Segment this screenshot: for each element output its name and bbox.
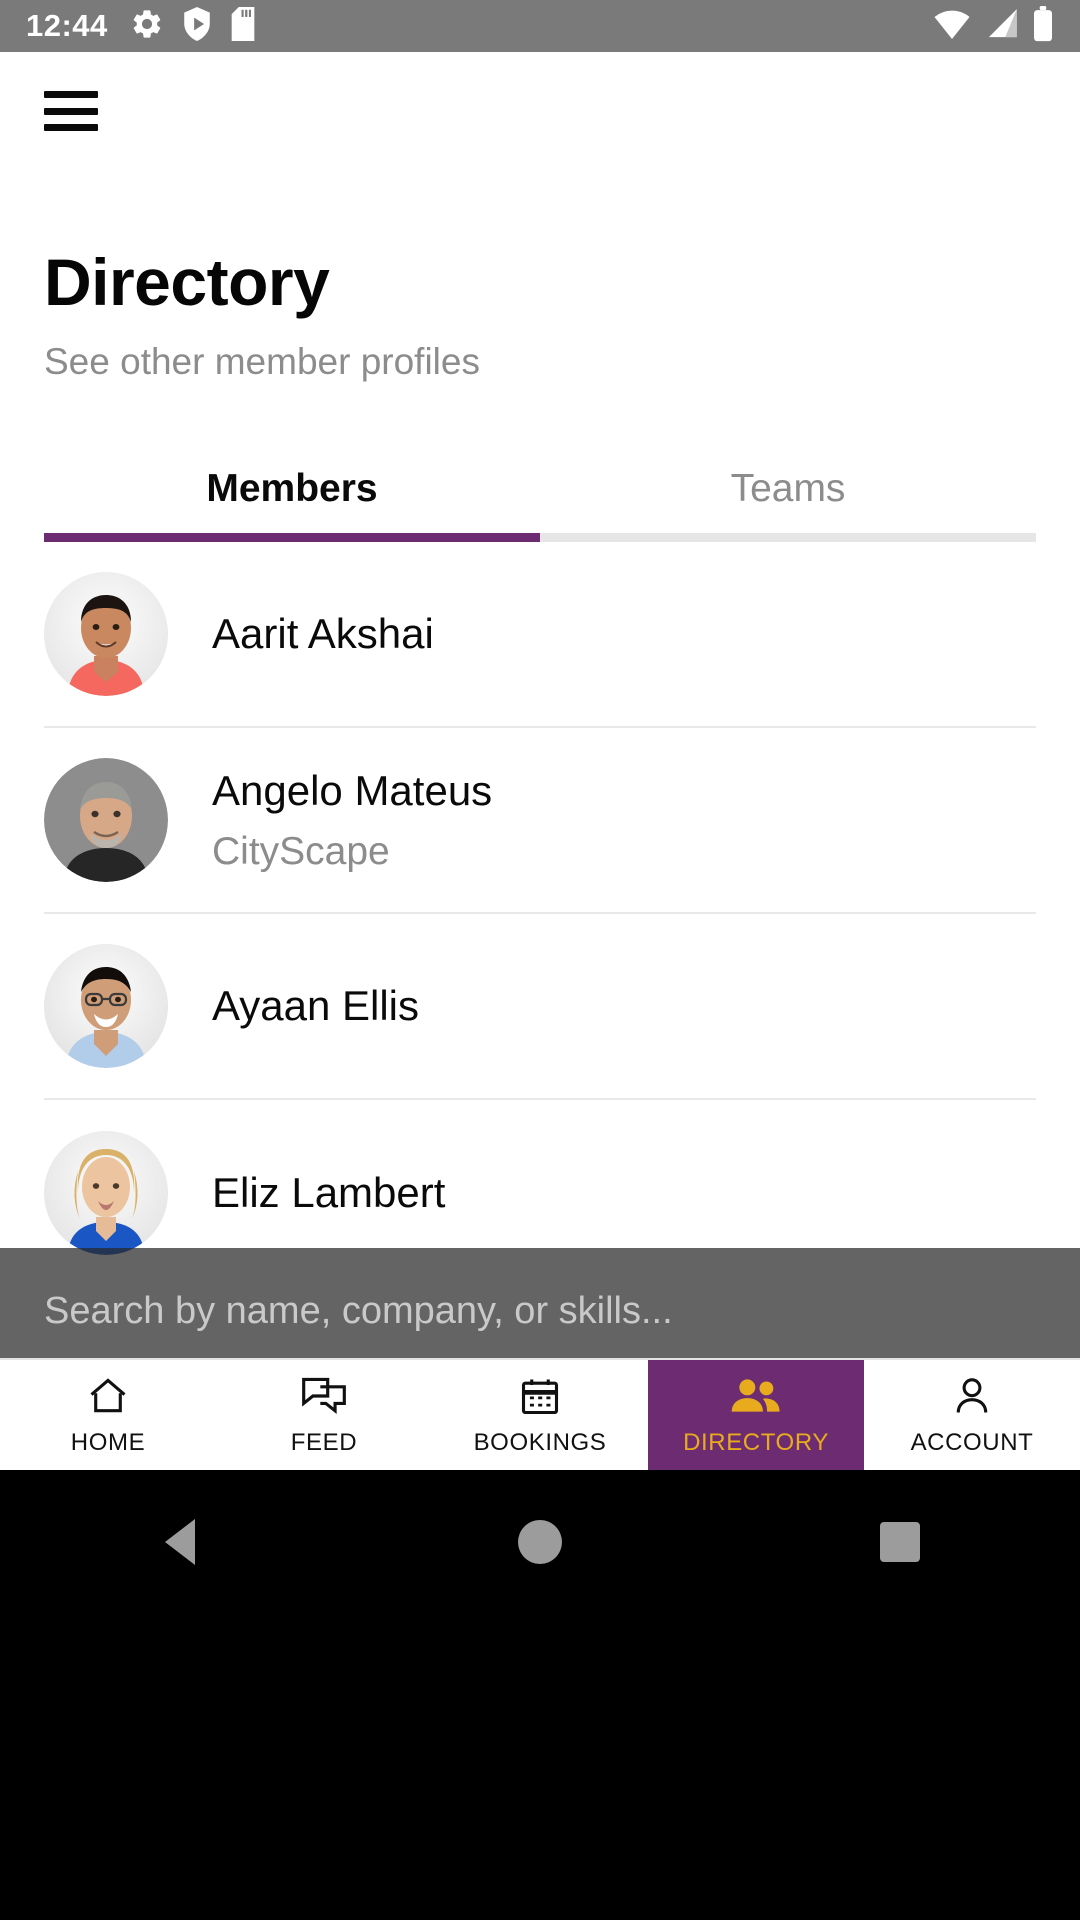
recents-button[interactable] xyxy=(860,1512,940,1572)
person-icon xyxy=(949,1373,995,1419)
tabs-container: Members Teams xyxy=(0,467,1080,543)
tab-indicator xyxy=(44,533,1036,543)
recents-square-icon xyxy=(880,1522,920,1562)
status-bar-left-icons xyxy=(130,6,256,46)
member-name: Angelo Mateus xyxy=(212,766,493,814)
avatar xyxy=(44,758,168,883)
list-item-text: Ayaan Ellis xyxy=(212,980,419,1033)
back-triangle-icon xyxy=(165,1519,195,1565)
search-input[interactable]: Search by name, company, or skills... xyxy=(44,1290,673,1333)
bottom-navigation: HOME FEED BOOKINGS DIRECTORY ACCOUNT xyxy=(0,1358,1080,1470)
nav-item-account[interactable]: ACCOUNT xyxy=(864,1360,1080,1470)
nav-item-account-label: ACCOUNT xyxy=(910,1429,1034,1456)
tab-teams[interactable]: Teams xyxy=(540,467,1036,533)
list-item-text: Aarit Akshai xyxy=(212,608,434,661)
list-item[interactable]: Ayaan Ellis xyxy=(44,914,1036,1101)
member-name: Aarit Akshai xyxy=(212,610,434,658)
battery-icon xyxy=(1032,5,1054,47)
tab-members[interactable]: Members xyxy=(44,467,540,533)
calendar-icon xyxy=(517,1373,563,1419)
avatar xyxy=(44,1131,168,1256)
tab-indicator-inactive xyxy=(540,533,1036,543)
nav-item-feed[interactable]: FEED xyxy=(216,1360,432,1470)
hamburger-bar xyxy=(44,124,98,131)
gear-icon xyxy=(130,7,164,46)
home-button[interactable] xyxy=(500,1512,580,1572)
shield-play-icon xyxy=(182,6,212,46)
search-bar[interactable]: Search by name, company, or skills... xyxy=(0,1248,1080,1374)
member-name: Eliz Lambert xyxy=(212,1169,446,1217)
list-item-text: Angelo Mateus CityScape xyxy=(212,765,492,876)
status-bar: 12:44 xyxy=(0,0,1080,52)
system-navigation-bar xyxy=(0,1470,1080,1920)
hamburger-bar xyxy=(44,107,98,115)
page-subtitle: See other member profiles xyxy=(44,341,480,383)
list-item-text: Eliz Lambert xyxy=(212,1167,445,1220)
member-list: Aarit Akshai Angelo Mateus CityScape Aya… xyxy=(0,542,1080,1286)
sd-card-icon xyxy=(230,6,256,46)
nav-item-directory[interactable]: DIRECTORY xyxy=(648,1360,864,1470)
home-circle-icon xyxy=(518,1520,562,1564)
nav-item-bookings[interactable]: BOOKINGS xyxy=(432,1360,648,1470)
nav-item-bookings-label: BOOKINGS xyxy=(473,1429,607,1456)
nav-item-home[interactable]: HOME xyxy=(0,1360,216,1470)
hamburger-bar xyxy=(44,91,98,98)
cell-signal-icon xyxy=(984,7,1020,46)
list-item[interactable]: Aarit Akshai xyxy=(44,542,1036,729)
status-bar-clock: 12:44 xyxy=(26,8,108,43)
status-bar-right-icons xyxy=(932,5,1054,47)
list-item[interactable]: Angelo Mateus CityScape xyxy=(44,728,1036,915)
avatar xyxy=(44,944,168,1069)
nav-item-home-label: HOME xyxy=(70,1429,146,1456)
avatar xyxy=(44,572,168,697)
tab-members-label: Members xyxy=(206,467,378,511)
page-title: Directory xyxy=(44,245,330,319)
nav-item-directory-label: DIRECTORY xyxy=(683,1429,829,1456)
back-button[interactable] xyxy=(140,1512,220,1572)
wifi-icon xyxy=(932,7,972,46)
member-company: CityScape xyxy=(212,830,390,874)
page-heading: Directory See other member profiles xyxy=(0,170,1080,383)
people-icon xyxy=(730,1373,782,1419)
app-bar xyxy=(0,52,1080,170)
chat-bubbles-icon xyxy=(300,1373,348,1419)
tab-bar: Members Teams xyxy=(44,467,1036,533)
nav-item-feed-label: FEED xyxy=(290,1429,358,1456)
hamburger-menu-icon[interactable] xyxy=(44,91,98,131)
member-name: Ayaan Ellis xyxy=(212,982,420,1030)
tab-indicator-active xyxy=(44,533,540,543)
home-icon xyxy=(85,1373,131,1419)
tab-teams-label: Teams xyxy=(730,467,846,511)
